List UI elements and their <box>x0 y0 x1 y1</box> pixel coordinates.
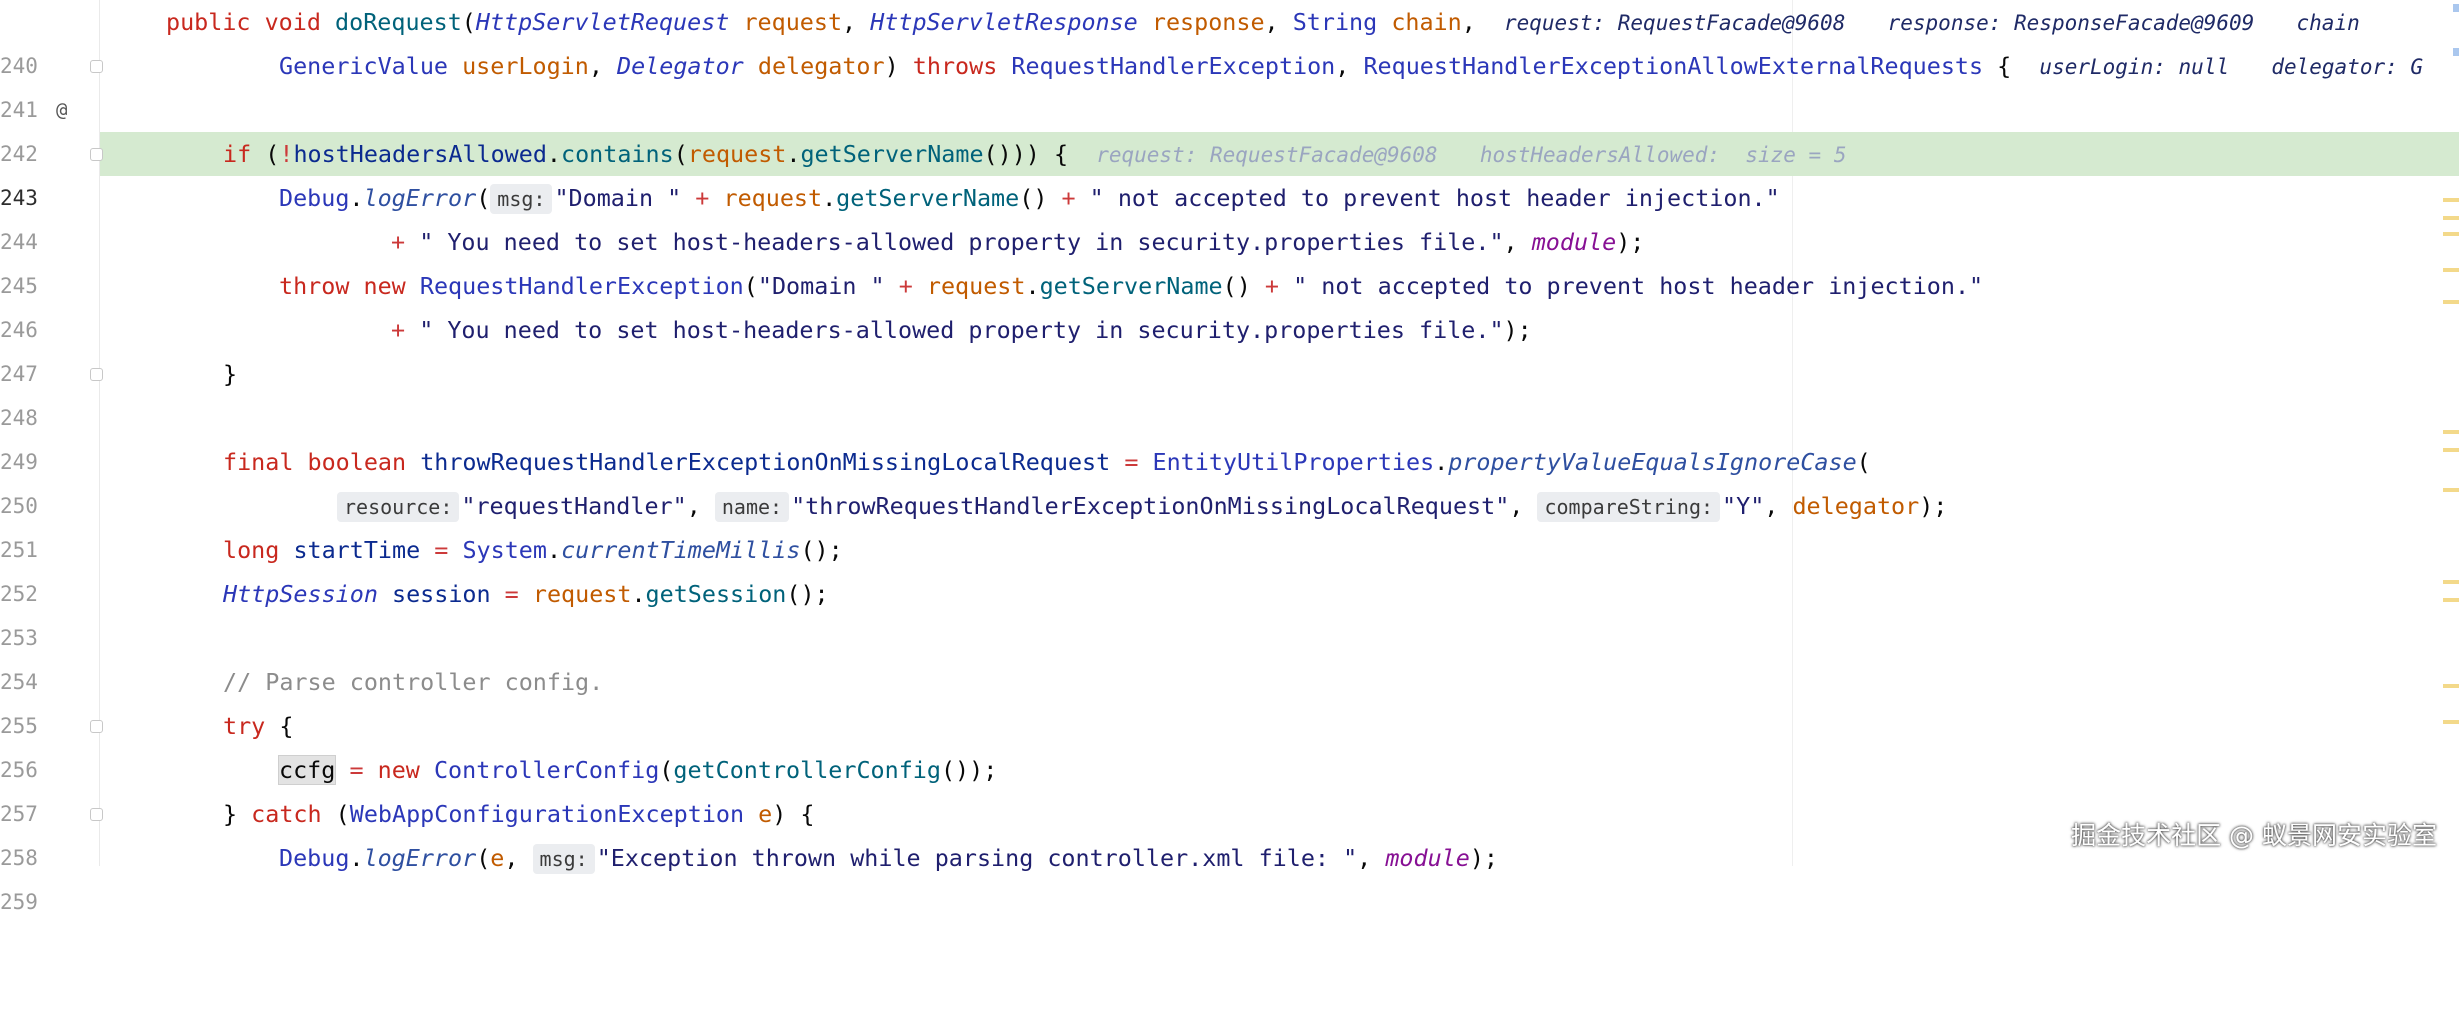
code-line-256[interactable]: 256 try { <box>0 704 2459 782</box>
parameter-hint: compareString: <box>1537 492 1721 522</box>
line-number: 241 <box>0 98 38 122</box>
line-number: 245 <box>0 274 38 298</box>
code-text: GenericValue userLogin, Delegator delega… <box>279 52 2424 80</box>
stripe-marker[interactable] <box>2443 488 2459 492</box>
code-text: HttpSession session = request.getSession… <box>223 580 829 608</box>
error-stripe[interactable] <box>2441 0 2459 866</box>
line-number: 243 <box>0 186 38 210</box>
fold-toggle-icon[interactable] <box>90 148 103 161</box>
fold-toggle-icon[interactable] <box>90 368 103 381</box>
code-line-252[interactable]: 252 long startTime = System.currentTimeM… <box>0 528 2459 606</box>
line-number: 258 <box>0 846 38 870</box>
code-line-241[interactable]: 241 GenericValue userLogin, Delegator de… <box>0 44 2459 122</box>
inline-debug-value: delegator: G <box>2271 55 2424 79</box>
stripe-marker[interactable] <box>2443 580 2459 584</box>
line-number: 253 <box>0 626 38 650</box>
stripe-marker[interactable] <box>2443 598 2459 602</box>
stripe-marker[interactable] <box>2443 684 2459 688</box>
parameter-hint: name: <box>714 492 790 522</box>
line-number: 259 <box>0 890 38 914</box>
line-number: 242 <box>0 142 38 166</box>
stripe-marker[interactable] <box>2443 430 2459 434</box>
code-line-253[interactable]: 253 HttpSession session = request.getSes… <box>0 572 2459 650</box>
stripe-marker[interactable] <box>2443 720 2459 724</box>
code-line-248[interactable]: 248 } <box>0 352 2459 430</box>
code-line-254[interactable]: 254 <box>0 616 2459 694</box>
inline-debug-value: request: RequestFacade@9608 <box>1096 143 1438 167</box>
code-text: Debug.logError(msg: "Domain " + request.g… <box>279 184 1780 214</box>
code-line-249[interactable]: 249 <box>0 396 2459 474</box>
code-text: } catch (WebAppConfigurationException e)… <box>223 800 815 828</box>
code-text: final boolean throwRequestHandlerExcepti… <box>223 448 1871 476</box>
stripe-marker[interactable] <box>2443 198 2459 202</box>
code-line-251[interactable]: 251 resource: "requestHandler", name: "thr… <box>0 484 2459 562</box>
watermark-text: 掘金技术社区 @ 蚁景网安实验室 <box>2071 821 2437 850</box>
code-text: + " You need to set host-headers-allowed… <box>391 316 1532 344</box>
code-line-243-current-execution[interactable]: 243 if (!hostHeadersAllowed.contains(req… <box>0 132 2459 210</box>
stripe-marker[interactable] <box>2443 268 2459 272</box>
code-text: } <box>223 360 238 388</box>
stripe-marker[interactable] <box>2453 4 2459 12</box>
line-number: 244 <box>0 230 38 254</box>
inline-debug-value: request: RequestFacade@9608 <box>1503 11 1846 35</box>
code-text: public void doRequest(HttpServletRequest… <box>166 8 2360 36</box>
stripe-marker[interactable] <box>2443 300 2459 304</box>
parameter-hint: msg: <box>490 184 553 214</box>
line-number: 251 <box>0 538 38 562</box>
code-line-245[interactable]: 245 + " You need to set host-headers-all… <box>0 220 2459 298</box>
line-number: 240 <box>0 54 38 78</box>
parameter-hint: msg: <box>532 844 595 874</box>
code-text: resource: "requestHandler", name: "throwRe… <box>337 484 1947 528</box>
line-number: 249 <box>0 450 38 474</box>
code-text: ccfg = new ControllerConfig(getControlle… <box>277 755 998 785</box>
code-line-255[interactable]: 255 // Parse controller config. <box>0 660 2459 738</box>
stripe-marker[interactable] <box>2443 232 2459 236</box>
selected-identifier: ccfg <box>277 755 337 785</box>
code-comment: // Parse controller config. <box>223 668 604 696</box>
fold-toggle-icon[interactable] <box>90 720 103 733</box>
inline-debug-value: chain <box>2296 11 2360 35</box>
line-number: 254 <box>0 670 38 694</box>
stripe-marker[interactable] <box>2443 216 2459 220</box>
line-number: 250 <box>0 494 38 518</box>
code-line-240[interactable]: 240 @ public void doRequest(HttpServletR… <box>0 0 2459 121</box>
inline-debug-value: hostHeadersAllowed: size = 5 <box>1479 143 1847 167</box>
code-line-257[interactable]: 257 ccfg = new ControllerConfig(getContr… <box>0 748 2459 826</box>
code-text: throw new RequestHandlerException("Domai… <box>279 272 1984 300</box>
code-text: Debug.logError(e, msg: "Exception thrown … <box>279 844 1499 874</box>
code-text: + " You need to set host-headers-allowed… <box>391 228 1645 256</box>
code-text: try { <box>223 712 294 740</box>
override-annotation-icon[interactable]: @ <box>56 88 67 132</box>
code-line-244[interactable]: 244 Debug.logError(msg: "Domain " + reque… <box>0 176 2459 254</box>
code-line-242[interactable]: 242 <box>0 88 2459 166</box>
line-number: 252 <box>0 582 38 606</box>
fold-toggle-icon[interactable] <box>90 60 103 73</box>
stripe-marker[interactable] <box>2443 448 2459 452</box>
code-line-250[interactable]: 250 final boolean throwRequestHandlerExc… <box>0 440 2459 518</box>
inline-debug-value: response: ResponseFacade@9609 <box>1887 11 2255 35</box>
stripe-marker[interactable] <box>2453 48 2459 56</box>
code-line-247[interactable]: 247 + " You need to set host-headers-all… <box>0 308 2459 386</box>
code-text: long startTime = System.currentTimeMilli… <box>223 536 843 564</box>
fold-toggle-icon[interactable] <box>90 808 103 821</box>
inline-debug-value: userLogin: null <box>2039 55 2230 79</box>
code-line-246[interactable]: 246 throw new RequestHandlerException("D… <box>0 264 2459 342</box>
line-number: 255 <box>0 714 38 738</box>
line-number: 256 <box>0 758 38 782</box>
line-number: 247 <box>0 362 38 386</box>
line-number: 248 <box>0 406 38 430</box>
parameter-hint: resource: <box>337 492 460 522</box>
line-number: 246 <box>0 318 38 342</box>
line-number: 257 <box>0 802 38 826</box>
code-text: if (!hostHeadersAllowed.contains(request… <box>223 140 1847 168</box>
code-editor[interactable]: 240 @ public void doRequest(HttpServletR… <box>0 0 2459 914</box>
